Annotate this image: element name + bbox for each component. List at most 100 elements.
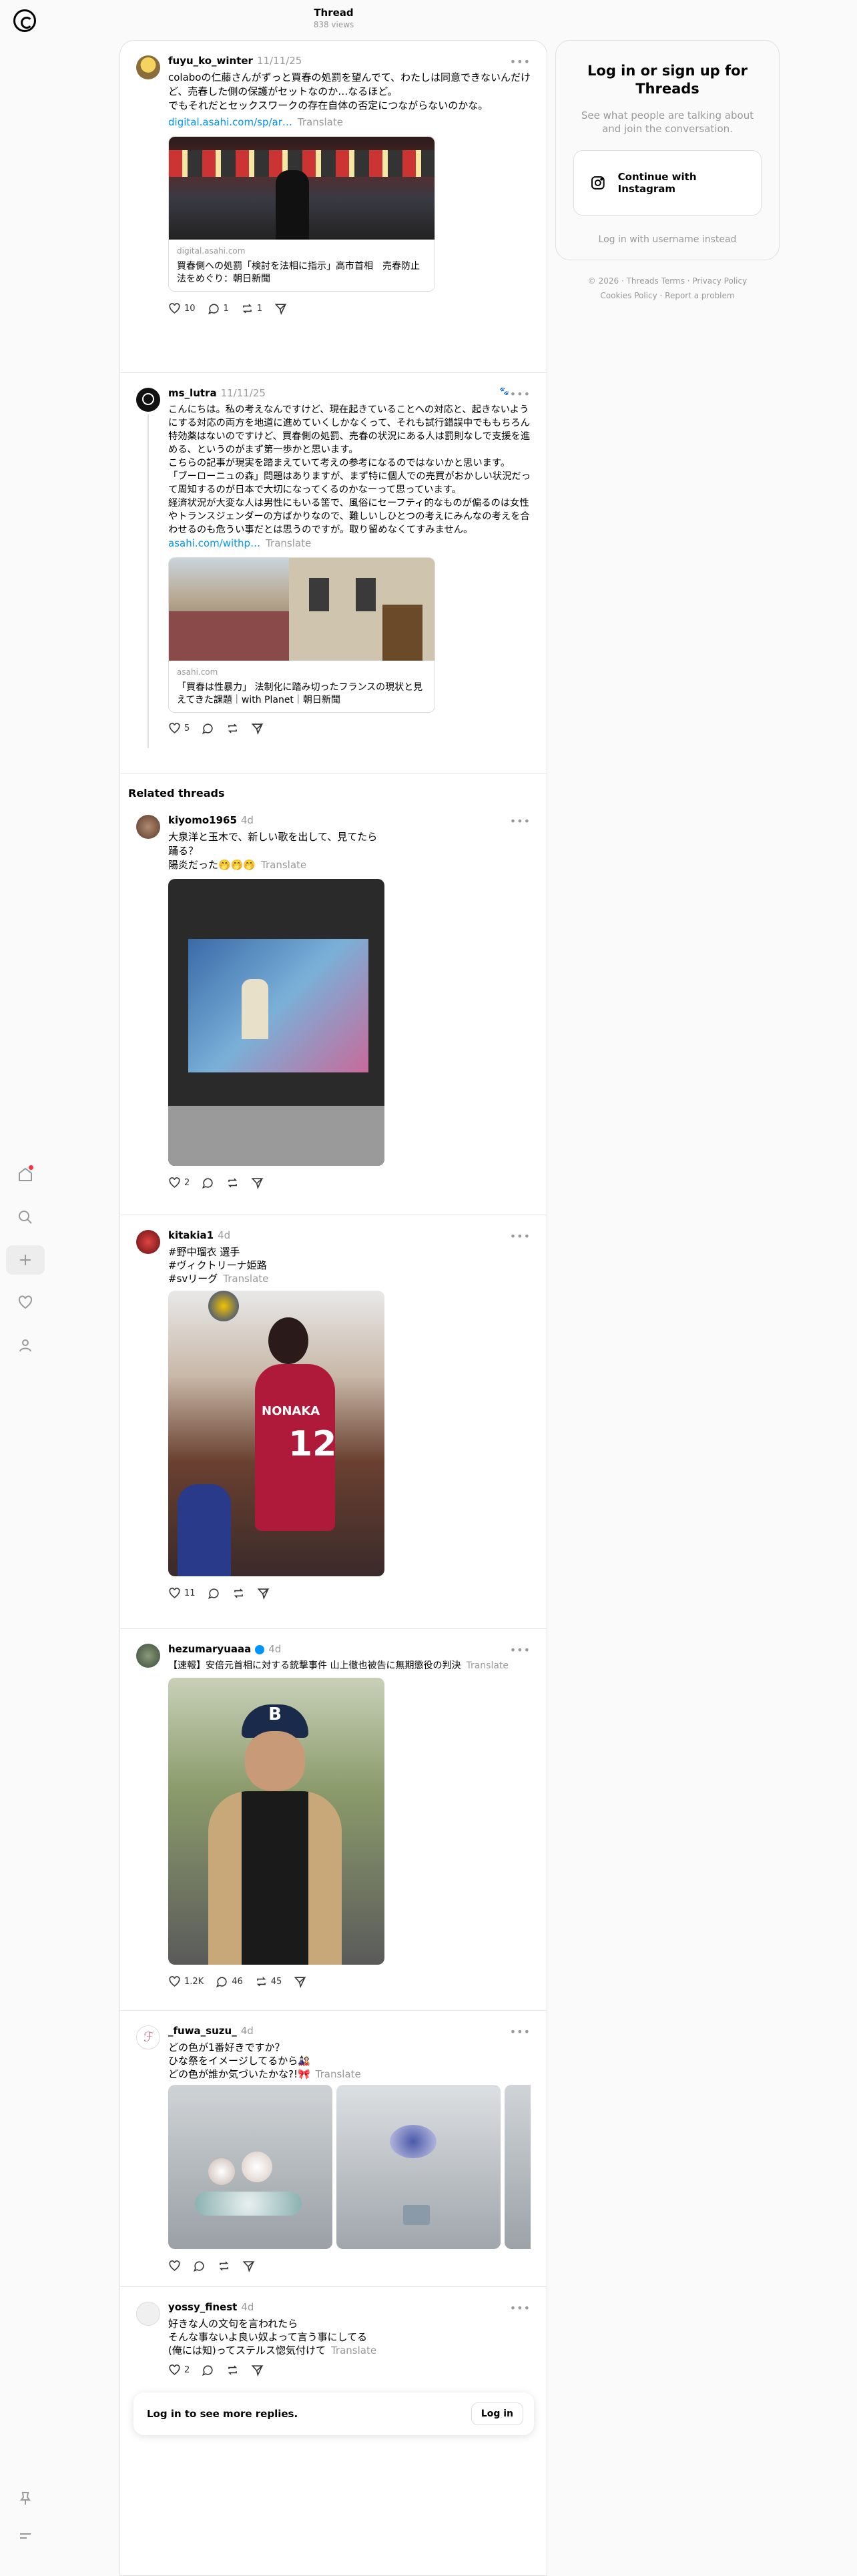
username[interactable]: _fuwa_suzu_: [168, 2025, 237, 2037]
threads-logo-icon[interactable]: [13, 9, 36, 32]
footer-links-2[interactable]: Cookies Policy · Report a problem: [555, 288, 780, 303]
username[interactable]: yossy_finest: [168, 2301, 237, 2313]
comment-icon: [202, 723, 213, 735]
translate-link[interactable]: Translate: [298, 116, 343, 128]
reply-button[interactable]: [208, 1587, 220, 1600]
reply-count: 46: [232, 1977, 243, 1987]
verified-badge-icon: [255, 1644, 265, 1654]
like-button[interactable]: 2: [168, 2364, 190, 2376]
like-button[interactable]: [168, 2260, 181, 2272]
translate-link[interactable]: Translate: [223, 1273, 268, 1285]
thread-header: Thread 838 views: [120, 7, 547, 29]
preview-image: [169, 558, 435, 661]
footer-links[interactable]: © 2026 · Threads Terms · Privacy Policy: [555, 274, 780, 288]
share-button[interactable]: [294, 1975, 306, 1988]
like-button[interactable]: 2: [168, 1177, 190, 1189]
reply-button[interactable]: [202, 1177, 214, 1189]
username[interactable]: ms_lutra: [168, 387, 217, 399]
username[interactable]: kiyomo1965: [168, 814, 237, 826]
timestamp[interactable]: 4d: [241, 814, 254, 826]
share-button[interactable]: [251, 722, 264, 735]
share-button[interactable]: [251, 2364, 264, 2376]
login-button[interactable]: Log in: [471, 2402, 523, 2425]
post: 🐾 ••• ms_lutra 11/11/25 こんにちは。私の考えなんですけど、…: [120, 373, 547, 773]
post-text: 大泉洋と玉木で、新しい歌を出して、見てたら 踊る？ 陽炎だった🤭🤭🤭 Transl…: [168, 831, 378, 871]
avatar[interactable]: [136, 388, 160, 412]
username[interactable]: fuyu_ko_winter: [168, 55, 253, 67]
footer: © 2026 · Threads Terms · Privacy Policy …: [555, 274, 780, 303]
timestamp[interactable]: 4d: [241, 2301, 254, 2313]
username[interactable]: kitakia1: [168, 1229, 214, 1241]
home-icon[interactable]: [15, 1164, 36, 1185]
username[interactable]: hezumaryuaaa: [168, 1643, 251, 1655]
carousel-image[interactable]: [168, 2085, 332, 2249]
reply-button[interactable]: [193, 2260, 206, 2272]
translate-link[interactable]: Translate: [266, 537, 311, 549]
login-prompt-text: Log in to see more replies.: [147, 2408, 298, 2420]
reply-button[interactable]: [202, 722, 214, 735]
profile-icon[interactable]: [15, 1335, 36, 1356]
timestamp[interactable]: 4d: [218, 1229, 230, 1241]
translate-link[interactable]: Translate: [466, 1660, 509, 1671]
post-image[interactable]: [168, 879, 384, 1166]
reply-button[interactable]: 46: [216, 1975, 243, 1988]
comment-icon: [208, 304, 219, 315]
username-login-link[interactable]: Log in with username instead: [573, 234, 762, 245]
translate-link[interactable]: Translate: [331, 2344, 376, 2356]
create-button[interactable]: [6, 1245, 45, 1275]
share-icon: [274, 304, 287, 315]
carousel-image[interactable]: [336, 2085, 501, 2249]
like-count: 2: [184, 2365, 190, 2375]
repost-button[interactable]: [226, 2364, 239, 2376]
carousel-image[interactable]: [505, 2085, 531, 2249]
related-post: ••• kiyomo1965 4d 大泉洋と玉木で、新しい歌を出して、見てたら 踊…: [120, 800, 547, 1215]
post-link[interactable]: asahi.com/withp…: [168, 537, 260, 549]
repost-button[interactable]: 1: [241, 302, 262, 315]
link-preview-card[interactable]: asahi.com 「買春は性暴力」 法制化に踏み切ったフランスの現状と見えてきた…: [168, 557, 435, 713]
action-bar: 5: [168, 722, 531, 735]
avatar[interactable]: [136, 815, 160, 839]
pin-icon[interactable]: [15, 2488, 36, 2509]
translate-link[interactable]: Translate: [261, 859, 306, 871]
repost-button[interactable]: [218, 2260, 230, 2272]
avatar[interactable]: [136, 55, 160, 79]
reply-button[interactable]: 1: [208, 302, 229, 315]
link-preview-card[interactable]: digital.asahi.com 買春側への処罰「検討を法相に指示」高市首相 売…: [168, 136, 435, 292]
share-icon: [242, 2261, 255, 2272]
repost-button[interactable]: [226, 722, 239, 735]
share-button[interactable]: [257, 1587, 270, 1600]
post: ••• fuyu_ko_winter 11/11/25 colaboの仁藤さんがず…: [120, 41, 547, 373]
timestamp[interactable]: 11/11/25: [221, 387, 266, 399]
post-link[interactable]: digital.asahi.com/sp/ar…: [168, 116, 292, 128]
share-button[interactable]: [251, 1177, 264, 1189]
post-image[interactable]: B: [168, 1678, 384, 1965]
translate-link[interactable]: Translate: [316, 2068, 361, 2080]
search-icon[interactable]: [15, 1207, 36, 1228]
reply-button[interactable]: [202, 2364, 214, 2376]
post-text: どの色が1番好きですか？ ひな祭をイメージしてるから🎎 どの色が誰か気づいたかな…: [168, 2041, 361, 2080]
timestamp[interactable]: 4d: [241, 2025, 254, 2037]
avatar[interactable]: [136, 1644, 160, 1668]
like-button[interactable]: 11: [168, 1587, 196, 1600]
like-button[interactable]: 1.2K: [168, 1975, 204, 1988]
avatar[interactable]: ℱ: [136, 2025, 160, 2049]
like-button[interactable]: 5: [168, 722, 190, 735]
repost-button[interactable]: [232, 1587, 245, 1600]
avatar[interactable]: [136, 2302, 160, 2326]
repost-icon: [256, 1977, 266, 1987]
timestamp[interactable]: 11/11/25: [257, 55, 302, 67]
timestamp[interactable]: 4d: [268, 1643, 281, 1655]
continue-with-instagram-button[interactable]: Continue with Instagram: [573, 150, 762, 216]
like-button[interactable]: 10: [168, 302, 196, 315]
image-carousel[interactable]: [168, 2085, 531, 2249]
share-button[interactable]: [242, 2260, 255, 2272]
heart-icon[interactable]: [15, 1292, 36, 1313]
repost-button[interactable]: 45: [255, 1975, 282, 1988]
share-icon: [251, 723, 264, 735]
menu-icon[interactable]: [15, 2525, 36, 2547]
repost-button[interactable]: [226, 1177, 239, 1189]
share-button[interactable]: [274, 302, 287, 315]
related-post: ••• hezumaryuaaa 4d 【速報】安倍元首相に対する銃撃事件 山上徹…: [120, 1629, 547, 2011]
avatar[interactable]: [136, 1230, 160, 1254]
post-image[interactable]: NONAKA 12: [168, 1291, 384, 1576]
